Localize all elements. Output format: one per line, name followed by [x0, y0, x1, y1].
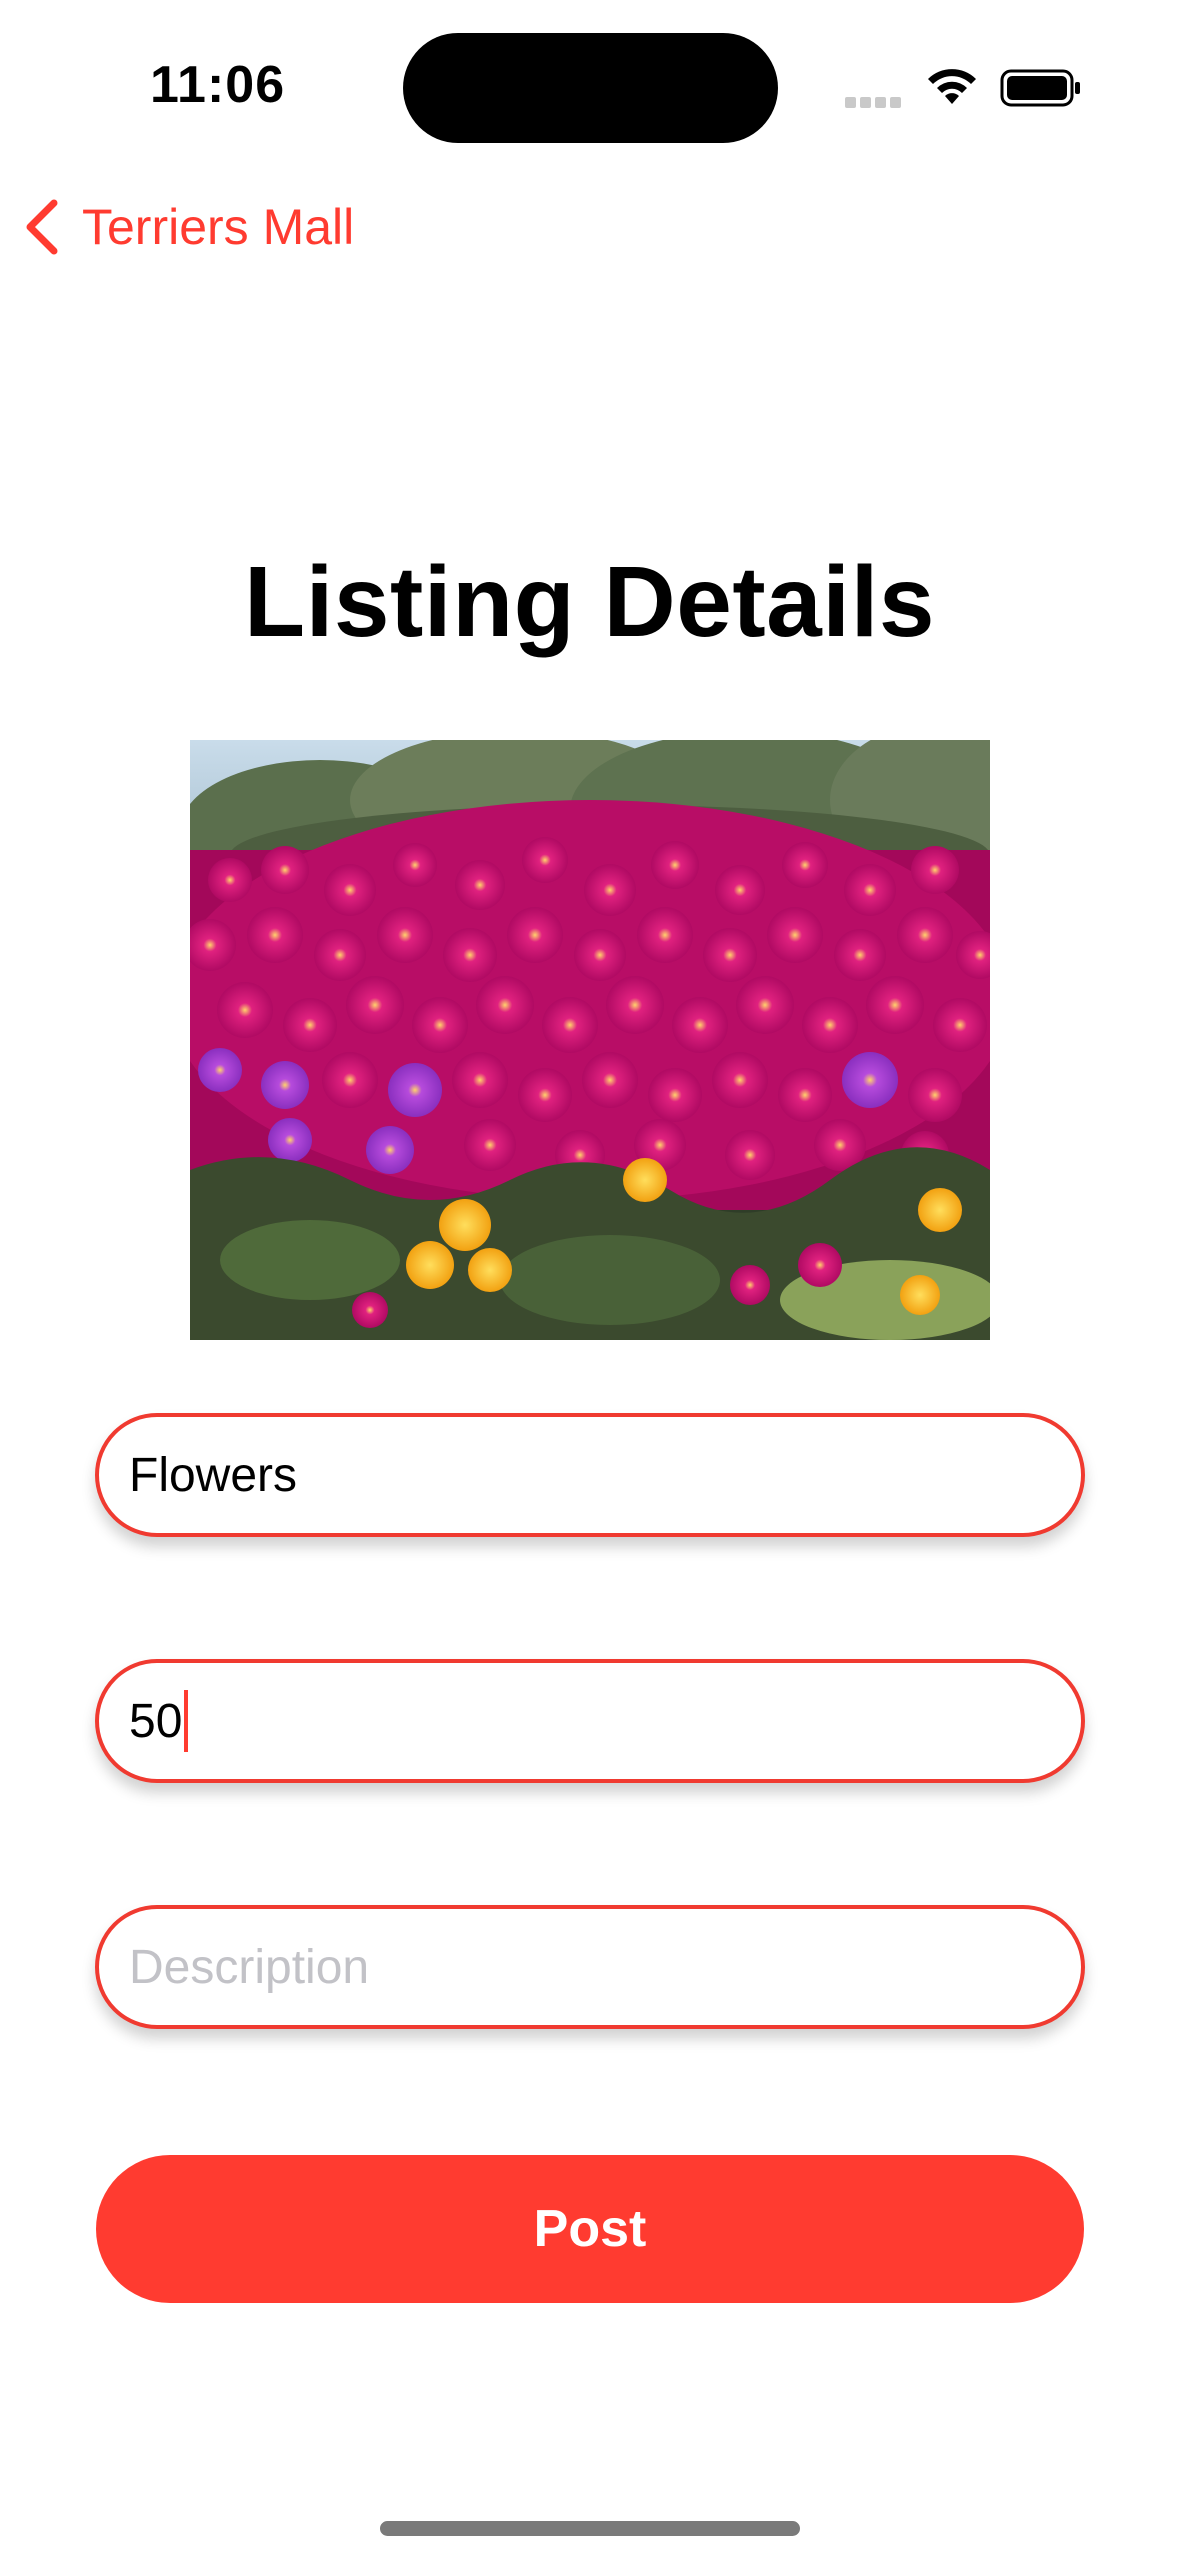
post-button[interactable]: Post — [96, 2155, 1084, 2303]
battery-icon — [1000, 69, 1080, 107]
listing-photo — [190, 740, 990, 1340]
description-field[interactable]: Description — [95, 1905, 1085, 2029]
back-button[interactable]: Terriers Mall — [22, 192, 354, 262]
back-label: Terriers Mall — [82, 199, 355, 255]
price-field[interactable]: 50 — [95, 1659, 1085, 1783]
item-name-value: Flowers — [129, 1448, 298, 1502]
post-button-label: Post — [533, 2200, 647, 2258]
status-time: 11:06 — [150, 56, 286, 114]
item-name-field[interactable]: Flowers — [95, 1413, 1085, 1537]
text-cursor — [184, 1690, 189, 1752]
description-placeholder: Description — [129, 1940, 370, 1994]
cellular-signal-icon — [845, 95, 905, 108]
chevron-left-icon — [26, 199, 58, 255]
dynamic-island — [403, 33, 778, 143]
page-title: Listing Details — [244, 546, 935, 658]
home-indicator[interactable] — [380, 2521, 800, 2536]
price-value: 50 — [129, 1694, 183, 1748]
wifi-icon — [928, 69, 976, 104]
